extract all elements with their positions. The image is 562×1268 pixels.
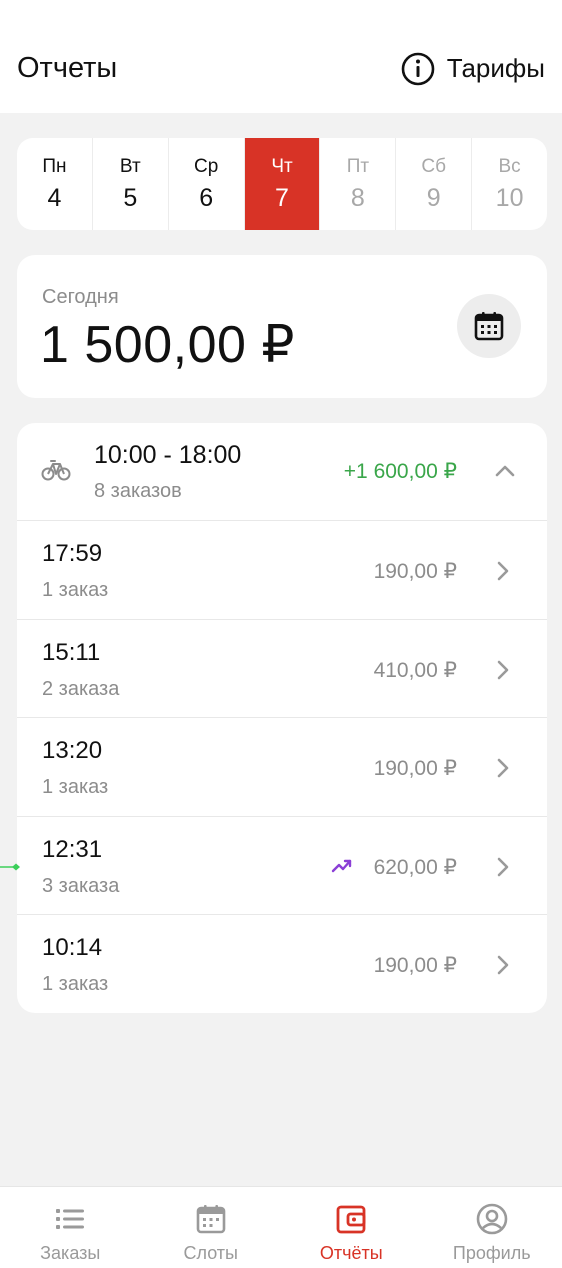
order-amount: 190,00 ₽ <box>373 757 457 780</box>
tab-label: Заказы <box>40 1243 101 1263</box>
today-summary-card: Сегодня 1 500,00 ₽ <box>17 255 547 398</box>
day-mon[interactable]: Пн 4 <box>17 138 93 230</box>
list-icon <box>56 1209 85 1229</box>
order-count: 1 заказ <box>42 579 109 601</box>
slot-header[interactable]: 10:00 - 18:00 8 заказов +1 600,00 ₽ <box>17 423 547 521</box>
tab-label: Профиль <box>452 1243 531 1263</box>
info-icon <box>401 52 435 85</box>
order-count: 1 заказ <box>42 776 109 798</box>
edge-marker-icon <box>0 863 20 871</box>
wallet-icon <box>336 1205 366 1234</box>
day-sun[interactable]: Вс 10 <box>472 138 547 230</box>
order-time: 12:31 <box>42 835 103 863</box>
day-wed[interactable]: Ср 6 <box>169 138 245 230</box>
order-time: 10:14 <box>42 934 103 961</box>
order-amount: 620,00 ₽ <box>373 855 457 879</box>
chevron-right-icon <box>497 955 509 975</box>
calendar-icon <box>196 1205 226 1234</box>
slot-time-range: 10:00 - 18:00 <box>94 441 242 469</box>
header: Отчеты Тарифы <box>0 0 562 113</box>
day-number: 7 <box>275 183 289 212</box>
page-title: Отчеты <box>17 52 118 84</box>
chevron-right-icon <box>497 561 509 581</box>
profile-icon <box>476 1203 508 1235</box>
order-amount: 190,00 ₽ <box>373 560 457 583</box>
order-count: 2 заказа <box>42 677 120 700</box>
day-tue[interactable]: Вт 5 <box>93 138 169 230</box>
today-label: Сегодня <box>42 286 119 308</box>
calendar-icon <box>474 312 504 341</box>
order-row[interactable]: 12:31 3 заказа 620,00 ₽ <box>17 817 547 915</box>
chevron-right-icon <box>497 857 509 876</box>
day-name: Вт <box>119 155 141 177</box>
day-number: 6 <box>199 183 214 212</box>
day-fri[interactable]: Пт 8 <box>320 138 397 230</box>
day-number: 9 <box>426 183 441 212</box>
order-row[interactable]: 17:59 1 заказ 190,00 ₽ <box>17 521 547 620</box>
order-amount: 190,00 ₽ <box>373 954 457 977</box>
day-name: Сб <box>421 155 447 177</box>
order-time: 17:59 <box>42 540 103 567</box>
tab-reports[interactable]: Отчёты <box>281 1187 422 1268</box>
tab-label: Слоты <box>183 1243 238 1263</box>
trending-up-icon <box>331 859 352 872</box>
today-amount: 1 500,00 ₽ <box>40 316 295 374</box>
day-name: Пн <box>42 155 67 177</box>
day-name: Ср <box>194 155 219 177</box>
order-count: 1 заказ <box>42 973 109 995</box>
calendar-button[interactable] <box>457 294 521 358</box>
day-number: 8 <box>350 183 365 212</box>
day-name: Чт <box>271 155 293 177</box>
day-sat[interactable]: Сб 9 <box>396 138 473 230</box>
tab-slots[interactable]: Слоты <box>141 1187 282 1268</box>
day-number: 4 <box>47 183 62 212</box>
order-row[interactable]: 15:11 2 заказа 410,00 ₽ <box>17 620 547 718</box>
chevron-up-icon[interactable] <box>493 459 517 483</box>
tab-orders[interactable]: Заказы <box>0 1187 141 1268</box>
slot-total-amount: +1 600,00 ₽ <box>343 460 457 483</box>
order-count: 3 заказа <box>42 874 120 897</box>
order-row[interactable]: 10:14 1 заказ 190,00 ₽ <box>17 915 547 1013</box>
order-amount: 410,00 ₽ <box>373 658 457 682</box>
day-name: Пт <box>346 155 370 177</box>
tab-profile[interactable]: Профиль <box>422 1187 562 1268</box>
bicycle-icon <box>41 460 71 481</box>
order-time: 15:11 <box>42 638 101 666</box>
slot-order-count: 8 заказов <box>94 480 182 502</box>
slot-card: 10:00 - 18:00 8 заказов +1 600,00 ₽ 17:5… <box>17 423 547 1013</box>
day-thu[interactable]: Чт 7 <box>244 138 321 230</box>
tariffs-button[interactable]: Тарифы <box>401 52 545 86</box>
day-name: Вс <box>498 155 521 177</box>
order-row[interactable]: 13:20 1 заказ 190,00 ₽ <box>17 718 547 817</box>
chevron-right-icon <box>497 660 509 679</box>
tab-label: Отчёты <box>319 1243 383 1263</box>
day-number: 5 <box>123 183 138 212</box>
bottom-tab-bar: Заказы Слоты Отчёты Профиль <box>0 1186 562 1268</box>
day-number: 10 <box>495 183 524 212</box>
order-time: 13:20 <box>42 737 103 764</box>
week-selector: Пн 4 Вт 5 Ср 6 Чт 7 Пт 8 Сб 9 Вс 10 <box>17 138 547 230</box>
tariffs-label: Тарифы <box>446 53 545 83</box>
chevron-right-icon <box>497 758 509 778</box>
